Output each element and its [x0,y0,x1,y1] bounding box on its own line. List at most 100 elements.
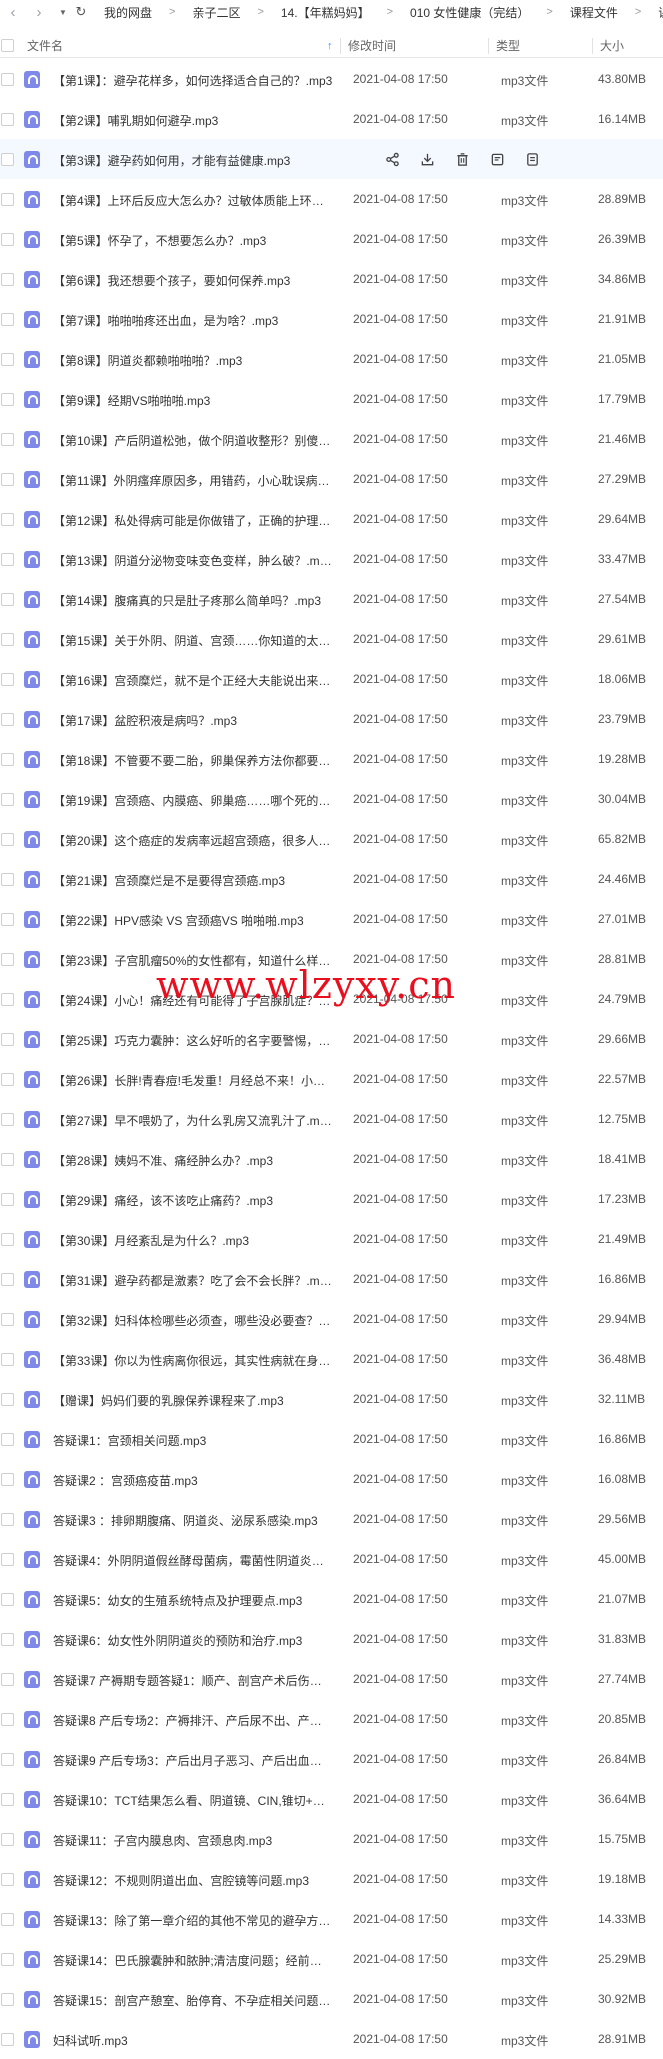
file-name[interactable]: 【第12课】私处得病可能是你做错了，正确的护理方法.mp3 [53,512,333,529]
file-name[interactable]: 答疑课4：外阴阴道假丝酵母菌病，霉菌性阴道炎相关问题.mp3 [53,1552,333,1569]
share-icon[interactable] [383,150,401,168]
file-name[interactable]: 【第21课】宫颈糜烂是不是要得宫颈癌.mp3 [53,872,333,889]
file-row[interactable]: 【第13课】阴道分泌物变味变色变样，肿么破？.mp3 2021-04-08 17:… [0,539,663,579]
file-name[interactable]: 答疑课14：巴氏腺囊肿和脓肿;清洁度问题；经前综合征.mp3 [53,1952,333,1969]
select-all-checkbox[interactable] [1,39,14,52]
file-row[interactable]: 【第16课】宫颈糜烂，就不是个正经大夫能说出来的话.mp3 2021-04-08 … [0,659,663,699]
file-row[interactable]: 【第4课】上环后反应大怎么办？过敏体质能上环吗？.mp3 2021-04-08 1… [0,179,663,219]
file-row[interactable]: 【第3课】避孕药如何用，才能有益健康.mp3 [0,139,663,179]
file-row[interactable]: 【第6课】我还想要个孩子，要如何保养.mp3 2021-04-08 17:50 mp… [0,259,663,299]
file-name[interactable]: 答疑课9 产后专场3：产后出月子恶习、产后出血问题.mp3 [53,1752,333,1769]
file-row[interactable]: 【第8课】阴道炎都赖啪啪啪？.mp3 2021-04-08 17:50 mp3文件 2… [0,339,663,379]
file-name[interactable]: 答疑课3 ：排卵期腹痛、阴道炎、泌尿系感染.mp3 [53,1512,333,1529]
file-name[interactable]: 【第32课】妇科体检哪些必须查，哪些没必要查？.mp3 [53,1312,333,1329]
file-name[interactable]: 妇科试听.mp3 [53,2032,333,2049]
file-row[interactable]: 【第26课】长胖!青春痘!毛发重！月经总不来！小心多囊卵巢.mp3 2021-04… [0,1059,663,1099]
file-row[interactable]: 【第15课】关于外阴、阴道、宫颈……你知道的太少了.mp3 2021-04-08 … [0,619,663,659]
file-name[interactable]: 【第18课】不管要不要二胎，卵巢保养方法你都要知道.mp3 [53,752,333,769]
file-row[interactable]: 答疑课14：巴氏腺囊肿和脓肿;清洁度问题；经前综合征.mp3 2021-04-08… [0,1939,663,1979]
breadcrumb-item[interactable]: 010 女性健康（完结） [410,4,529,21]
file-name[interactable]: 【第4课】上环后反应大怎么办？过敏体质能上环吗？.mp3 [53,192,333,209]
more-icon[interactable] [488,150,506,168]
file-row[interactable]: 答疑课8 产后专场2：产褥排汗、产后尿不出、产后便秘.mp3 2021-04-08… [0,1699,663,1739]
row-checkbox[interactable] [1,1953,14,1966]
file-row[interactable]: 【第10课】产后阴道松弛，做个阴道收整形？别傻了.mp3 2021-04-08 1… [0,419,663,459]
row-checkbox[interactable] [1,1593,14,1606]
file-name[interactable]: 【第33课】你以为性病离你很远，其实性病就在身边.mp3 [53,1352,333,1369]
row-checkbox[interactable] [1,1393,14,1406]
row-checkbox[interactable] [1,153,14,166]
file-name[interactable]: 【第7课】啪啪啪疼还出血，是为啥？.mp3 [53,312,333,329]
row-checkbox[interactable] [1,1673,14,1686]
file-name[interactable]: 【第11课】外阴瘙痒原因多，用错药，小心耽误病情.mp3 [53,472,333,489]
chevron-right-icon[interactable]: › [30,0,48,24]
row-checkbox[interactable] [1,1313,14,1326]
row-checkbox[interactable] [1,1113,14,1126]
file-row[interactable]: 【第18课】不管要不要二胎，卵巢保养方法你都要知道.mp3 2021-04-08 … [0,739,663,779]
file-name[interactable]: 【第27课】早不喂奶了，为什么乳房又流乳汁了.mp3 [53,1112,333,1129]
row-checkbox[interactable] [1,393,14,406]
row-checkbox[interactable] [1,593,14,606]
file-row[interactable]: 【第28课】姨妈不准、痛经肿么办？.mp3 2021-04-08 17:50 mp3… [0,1139,663,1179]
breadcrumb-item[interactable]: 课程文件 [570,4,618,21]
file-name[interactable]: 答疑课11：子宫内膜息肉、宫颈息肉.mp3 [53,1832,333,1849]
file-row[interactable]: 【第5课】怀孕了，不想要怎么办？.mp3 2021-04-08 17:50 mp3文… [0,219,663,259]
file-row[interactable]: 【第14课】腹痛真的只是肚子疼那么简单吗？.mp3 2021-04-08 17:5… [0,579,663,619]
file-row[interactable]: 【赠课】妈妈们要的乳腺保养课程来了.mp3 2021-04-08 17:50 mp3… [0,1379,663,1419]
file-name[interactable]: 【第13课】阴道分泌物变味变色变样，肿么破？.mp3 [53,552,333,569]
row-checkbox[interactable] [1,1553,14,1566]
row-checkbox[interactable] [1,1873,14,1886]
file-row[interactable]: 答疑课13：除了第一章介绍的其他不常见的避孕方法.mp3 2021-04-08 1… [0,1899,663,1939]
row-checkbox[interactable] [1,513,14,526]
row-checkbox[interactable] [1,553,14,566]
file-name[interactable]: 答疑课13：除了第一章介绍的其他不常见的避孕方法.mp3 [53,1912,333,1929]
row-checkbox[interactable] [1,1433,14,1446]
column-divider[interactable] [488,38,489,54]
row-checkbox[interactable] [1,1753,14,1766]
file-row[interactable]: 答疑课2 ：宫颈癌疫苗.mp3 2021-04-08 17:50 mp3文件 16.0… [0,1459,663,1499]
row-checkbox[interactable] [1,1713,14,1726]
row-checkbox[interactable] [1,1833,14,1846]
file-name[interactable]: 【第15课】关于外阴、阴道、宫颈……你知道的太少了.mp3 [53,632,333,649]
file-row[interactable]: 【第30课】月经紊乱是为什么？.mp3 2021-04-08 17:50 mp3文件… [0,1219,663,1259]
row-checkbox[interactable] [1,273,14,286]
file-row[interactable]: 妇科试听.mp3 2021-04-08 17:50 mp3文件 28.91MB [0,2019,663,2059]
file-name[interactable]: 【第14课】腹痛真的只是肚子疼那么简单吗？.mp3 [53,592,333,609]
file-row[interactable]: 【第21课】宫颈糜烂是不是要得宫颈癌.mp3 2021-04-08 17:50 mp… [0,859,663,899]
file-name[interactable]: 答疑课2 ：宫颈癌疫苗.mp3 [53,1472,333,1489]
sort-ascending-icon[interactable]: ↑ [327,40,333,52]
file-row[interactable]: 【第9课】经期VS啪啪啪.mp3 2021-04-08 17:50 mp3文件 17.… [0,379,663,419]
file-name[interactable]: 【赠课】妈妈们要的乳腺保养课程来了.mp3 [53,1392,333,1409]
file-name[interactable]: 【第29课】痛经，该不该吃止痛药？.mp3 [53,1192,333,1209]
trash-icon[interactable] [453,150,471,168]
file-row[interactable]: 答疑课5：幼女的生殖系统特点及护理要点.mp3 2021-04-08 17:50 m… [0,1579,663,1619]
row-checkbox[interactable] [1,313,14,326]
download-icon[interactable] [418,150,436,168]
file-row[interactable]: 【第1课】：避孕花样多，如何选择适合自己的？.mp3 2021-04-08 17:… [0,59,663,99]
row-checkbox[interactable] [1,1473,14,1486]
file-name[interactable]: 答疑课12：不规则阴道出血、宫腔镜等问题.mp3 [53,1872,333,1889]
file-name[interactable]: 【第6课】我还想要个孩子，要如何保养.mp3 [53,272,333,289]
file-name[interactable]: 【第28课】姨妈不准、痛经肿么办？.mp3 [53,1152,333,1169]
breadcrumb-item[interactable]: 亲子二区 [192,4,240,21]
file-row[interactable]: 答疑课1：宫颈相关问题.mp3 2021-04-08 17:50 mp3文件 16.8… [0,1419,663,1459]
breadcrumb-item[interactable]: 我的网盘 [104,4,152,21]
file-name[interactable]: 答疑课1：宫颈相关问题.mp3 [53,1432,333,1449]
file-row[interactable]: 【第25课】巧克力囊肿：这么好听的名字要警惕，小心不孕.mp3 2021-04-0… [0,1019,663,1059]
row-checkbox[interactable] [1,353,14,366]
file-name[interactable]: 【第22课】HPV感染 VS 宫颈癌VS 啪啪啪.mp3 [53,912,333,929]
row-checkbox[interactable] [1,953,14,966]
file-name[interactable]: 【第8课】阴道炎都赖啪啪啪？.mp3 [53,352,333,369]
file-name[interactable]: 【第3课】避孕药如何用，才能有益健康.mp3 [53,152,313,169]
file-row[interactable]: 【第33课】你以为性病离你很远，其实性病就在身边.mp3 2021-04-08 1… [0,1339,663,1379]
row-checkbox[interactable] [1,1273,14,1286]
file-row[interactable]: 【第27课】早不喂奶了，为什么乳房又流乳汁了.mp3 2021-04-08 17:… [0,1099,663,1139]
row-checkbox[interactable] [1,633,14,646]
row-checkbox[interactable] [1,913,14,926]
file-name[interactable]: 答疑课10：TCT结果怎么看、阴道镜、CIN,锥切+宫颈.mp3 [53,1792,333,1809]
file-row[interactable]: 答疑课15：剖宫产憩室、胎停育、不孕症相关问题.mp3 2021-04-08 17… [0,1979,663,2019]
row-checkbox[interactable] [1,473,14,486]
row-checkbox[interactable] [1,1073,14,1086]
column-header-size[interactable]: 大小 [600,37,624,54]
file-name[interactable]: 【第31课】避孕药都是激素？吃了会不会长胖？.mp3 [53,1272,333,1289]
